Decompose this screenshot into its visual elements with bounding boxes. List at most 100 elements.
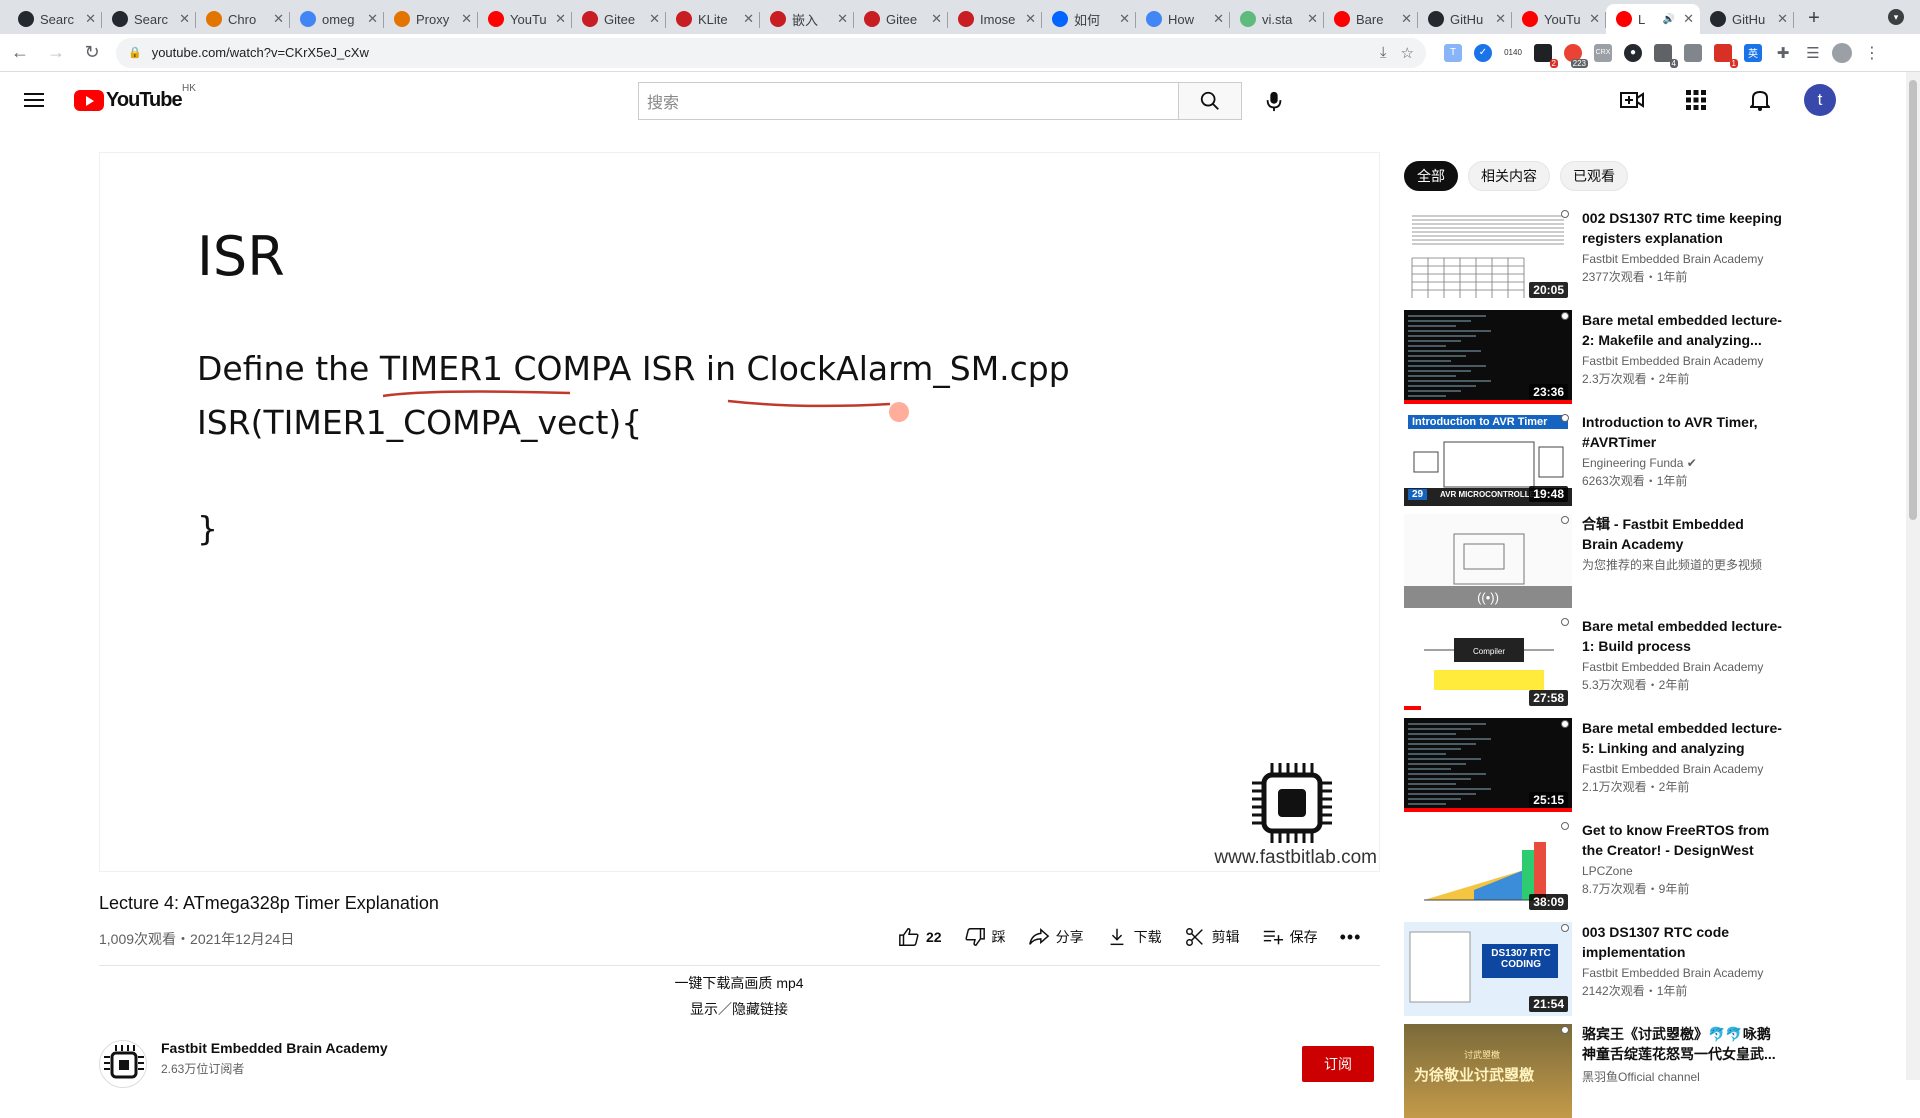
browser-tab[interactable]: Imose ✕ bbox=[948, 4, 1042, 34]
video-thumbnail[interactable]: 20:05 bbox=[1404, 208, 1572, 302]
like-button[interactable]: 22 bbox=[898, 926, 942, 948]
video-thumbnail[interactable]: 25:15 bbox=[1404, 718, 1572, 812]
mail-extension-icon[interactable]: 2 bbox=[1534, 43, 1558, 68]
subscribe-button[interactable]: 订阅 bbox=[1302, 1046, 1374, 1082]
speaker-icon[interactable]: 🔊 bbox=[1663, 14, 1675, 25]
save-button[interactable]: 保存 bbox=[1262, 926, 1318, 948]
recommendation-title[interactable]: 骆宾王《讨武曌檄》🐬🐬咏鹅神童舌绽莲花怒骂一代女皇武... bbox=[1582, 1024, 1782, 1064]
tab-search-icon[interactable]: ▾ bbox=[1888, 9, 1904, 25]
counter-extension-icon[interactable]: 223 bbox=[1564, 43, 1588, 68]
recommendation-title[interactable]: Bare metal embedded lecture-2: Makefile … bbox=[1582, 310, 1782, 350]
browser-tab[interactable]: YouTu ✕ bbox=[478, 4, 572, 34]
recommendation-title[interactable]: Bare metal embedded lecture-5: Linking a… bbox=[1582, 718, 1782, 758]
thumbnail-menu-icon[interactable] bbox=[1561, 414, 1569, 422]
channel-name[interactable]: Fastbit Embedded Brain Academy bbox=[161, 1040, 388, 1056]
share-button[interactable]: 分享 bbox=[1028, 926, 1084, 948]
voice-search-button[interactable] bbox=[1254, 81, 1294, 121]
close-tab-icon[interactable]: ✕ bbox=[1683, 11, 1694, 27]
address-bar[interactable]: 🔒 youtube.com/watch?v=CKrX5eJ_cXw ⤓ ☆ bbox=[116, 37, 1426, 68]
browser-tab[interactable]: Searc ✕ bbox=[8, 4, 102, 34]
account-avatar[interactable]: t bbox=[1804, 84, 1836, 116]
reading-list-icon[interactable]: ☰ bbox=[1804, 44, 1822, 62]
close-tab-icon[interactable]: ✕ bbox=[179, 11, 190, 27]
new-tab-icon[interactable]: + bbox=[1800, 4, 1828, 32]
browser-tab[interactable]: Gitee ✕ bbox=[854, 4, 948, 34]
video-thumbnail[interactable]: 38:09 bbox=[1404, 820, 1572, 914]
toggle-links-link[interactable]: 显示／隐藏链接 bbox=[0, 999, 1478, 1019]
filter-chip[interactable]: 相关内容 bbox=[1468, 161, 1550, 191]
recommendation-item[interactable]: Compiler 27:58 Bare metal embedded lecture… bbox=[1404, 616, 1784, 710]
recommendation-title[interactable]: Bare metal embedded lecture-1: Build pro… bbox=[1582, 616, 1782, 656]
dictionary-extension-icon[interactable]: 英 bbox=[1744, 43, 1762, 62]
forward-icon[interactable]: → bbox=[40, 37, 72, 69]
create-video-icon[interactable] bbox=[1612, 80, 1652, 120]
recommendation-channel[interactable]: Fastbit Embedded Brain Academy bbox=[1582, 762, 1782, 776]
apps-grid-icon[interactable] bbox=[1676, 80, 1716, 120]
close-tab-icon[interactable]: ✕ bbox=[1213, 11, 1224, 27]
close-tab-icon[interactable]: ✕ bbox=[555, 11, 566, 27]
recommendation-channel[interactable]: 黑羽鱼Official channel bbox=[1582, 1068, 1782, 1085]
browser-tab[interactable]: How ✕ bbox=[1136, 4, 1230, 34]
browser-tab[interactable]: Searc ✕ bbox=[102, 4, 196, 34]
notifications-bell-icon[interactable] bbox=[1740, 80, 1780, 120]
download-extension-icon[interactable]: 4 bbox=[1654, 43, 1678, 68]
close-tab-icon[interactable]: ✕ bbox=[461, 11, 472, 27]
recommendation-item[interactable]: 25:15 Bare metal embedded lecture-5: Link… bbox=[1404, 718, 1784, 812]
browser-tab[interactable]: Bare ✕ bbox=[1324, 4, 1418, 34]
thumbnail-menu-icon[interactable] bbox=[1561, 210, 1569, 218]
search-button[interactable] bbox=[1178, 82, 1242, 120]
pen-extension-icon[interactable] bbox=[1684, 43, 1702, 62]
profile-icon[interactable] bbox=[1832, 42, 1852, 63]
close-tab-icon[interactable]: ✕ bbox=[743, 11, 754, 27]
recommendation-item[interactable]: ((•)) 合辑 - Fastbit Embedded Brain Academy… bbox=[1404, 514, 1784, 608]
reload-icon[interactable]: ↻ bbox=[76, 37, 108, 69]
thumbnail-menu-icon[interactable] bbox=[1561, 516, 1569, 524]
browser-tab[interactable]: YouTu ✕ bbox=[1512, 4, 1606, 34]
browser-tab[interactable]: omeg ✕ bbox=[290, 4, 384, 34]
bookmark-star-icon[interactable]: ☆ bbox=[1401, 44, 1414, 62]
browser-tab[interactable]: GitHu ✕ bbox=[1418, 4, 1512, 34]
browser-tab[interactable]: Gitee ✕ bbox=[572, 4, 666, 34]
download-button[interactable]: 下载 bbox=[1106, 926, 1162, 948]
recommendation-channel[interactable]: Fastbit Embedded Brain Academy bbox=[1582, 354, 1782, 368]
more-actions-button[interactable]: ••• bbox=[1340, 927, 1362, 948]
browser-tab[interactable]: GitHu ✕ bbox=[1700, 4, 1794, 34]
video-thumbnail[interactable]: ((•)) bbox=[1404, 514, 1572, 608]
filter-chip[interactable]: 已观看 bbox=[1560, 161, 1628, 191]
download-hd-link[interactable]: 一键下载高画质 mp4 bbox=[0, 973, 1478, 993]
thumbnail-menu-icon[interactable] bbox=[1561, 618, 1569, 626]
browser-tab[interactable]: vi.sta ✕ bbox=[1230, 4, 1324, 34]
close-tab-icon[interactable]: ✕ bbox=[1025, 11, 1036, 27]
close-tab-icon[interactable]: ✕ bbox=[931, 11, 942, 27]
close-tab-icon[interactable]: ✕ bbox=[85, 11, 96, 27]
menu-icon[interactable] bbox=[24, 88, 48, 112]
close-tab-icon[interactable]: ✕ bbox=[1495, 11, 1506, 27]
close-tab-icon[interactable]: ✕ bbox=[649, 11, 660, 27]
close-tab-icon[interactable]: ✕ bbox=[1589, 11, 1600, 27]
video-player[interactable]: ISR Define the TIMER1 COMPA ISR in Clock… bbox=[99, 152, 1380, 872]
recommendation-item[interactable]: 20:05 002 DS1307 RTC time keeping registe… bbox=[1404, 208, 1784, 302]
recommendation-title[interactable]: Get to know FreeRTOS from the Creator! -… bbox=[1582, 820, 1782, 860]
channel-avatar[interactable] bbox=[99, 1040, 147, 1088]
recommendation-channel[interactable]: Fastbit Embedded Brain Academy bbox=[1582, 252, 1782, 266]
red-extension-icon[interactable]: 1 bbox=[1714, 43, 1738, 68]
scrollbar-thumb[interactable] bbox=[1909, 80, 1917, 520]
recommendation-title[interactable]: Introduction to AVR Timer, #AVRTimer bbox=[1582, 412, 1782, 452]
recommendation-item[interactable]: DS1307 RTC CODING 21:54 003 DS1307 RTC cod… bbox=[1404, 922, 1784, 1016]
recommendation-item[interactable]: 23:36 Bare metal embedded lecture-2: Make… bbox=[1404, 310, 1784, 404]
back-icon[interactable]: ← bbox=[4, 37, 36, 69]
recommendation-channel[interactable]: Fastbit Embedded Brain Academy bbox=[1582, 966, 1782, 980]
thumbnail-menu-icon[interactable] bbox=[1561, 924, 1569, 932]
video-thumbnail[interactable]: 23:36 bbox=[1404, 310, 1572, 404]
recommendation-channel[interactable]: LPCZone bbox=[1582, 864, 1782, 878]
video-thumbnail[interactable]: 为徐敬业讨武曌檄 讨武曌檄 bbox=[1404, 1024, 1572, 1118]
dislike-button[interactable]: 踩 bbox=[964, 926, 1006, 948]
thumbnail-menu-icon[interactable] bbox=[1561, 1026, 1569, 1034]
browser-tab[interactable]: 如何 ✕ bbox=[1042, 4, 1136, 34]
close-tab-icon[interactable]: ✕ bbox=[837, 11, 848, 27]
clip-button[interactable]: 剪辑 bbox=[1184, 926, 1240, 948]
youtube-logo[interactable]: YouTube HK bbox=[74, 83, 196, 112]
browser-tab[interactable]: Chro ✕ bbox=[196, 4, 290, 34]
recommendation-title[interactable]: 002 DS1307 RTC time keeping registers ex… bbox=[1582, 208, 1782, 248]
browser-tab[interactable]: 嵌入 ✕ bbox=[760, 4, 854, 34]
